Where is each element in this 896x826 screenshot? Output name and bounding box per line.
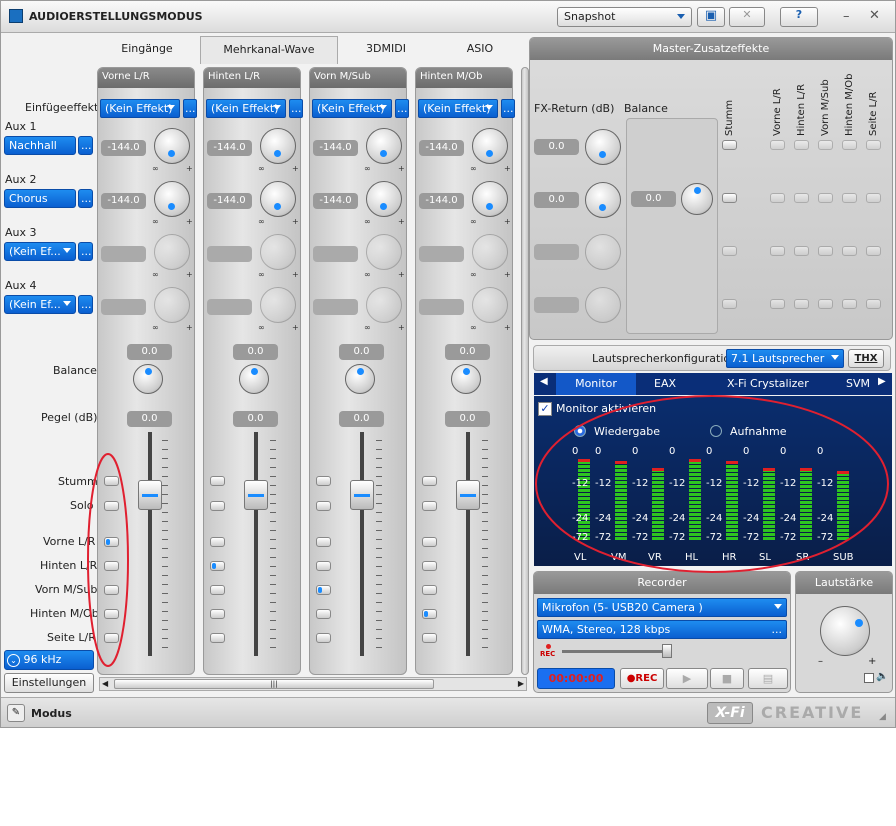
annotation-overlay bbox=[87, 395, 889, 667]
annotation-circle-meters bbox=[535, 395, 889, 573]
annotation-circle-routing bbox=[87, 453, 129, 667]
